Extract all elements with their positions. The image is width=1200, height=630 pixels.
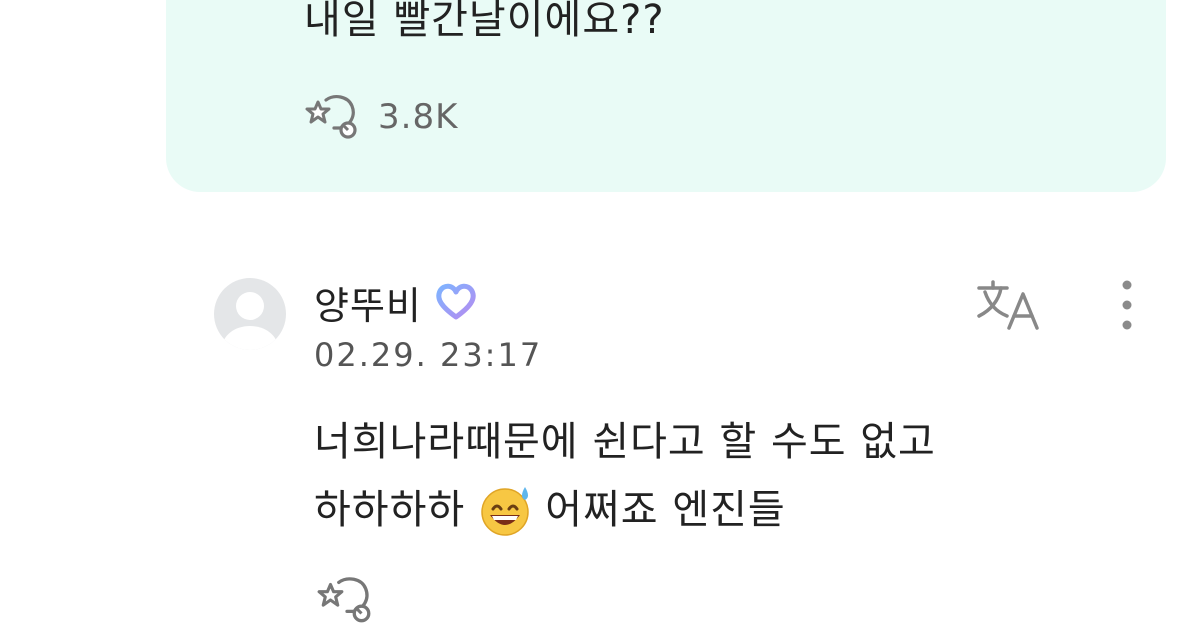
post-reaction[interactable]: 3.8K (304, 92, 458, 142)
more-options-button[interactable] (1112, 280, 1142, 336)
translate-icon (977, 280, 1039, 330)
translate-button[interactable] (975, 278, 1047, 334)
comment-author-name: 양뚜비 (314, 284, 422, 328)
comment-reaction-button[interactable] (316, 574, 376, 630)
reaction-icon[interactable] (304, 92, 362, 142)
grinning-sweat-emoji (479, 483, 533, 537)
comment-line-2-end: 어쩌죠 엔진들 (545, 487, 786, 533)
avatar[interactable] (214, 278, 286, 350)
reaction-icon (317, 577, 371, 623)
comment-line-2-start: 하하하하 (314, 487, 466, 533)
post-reaction-count: 3.8K (378, 97, 459, 137)
post-text: 내일 빨간날이에요?? (304, 0, 665, 43)
artist-heart-badge-icon (432, 281, 480, 325)
more-vertical-icon (1122, 280, 1132, 330)
comment-line-1: 너희나라때문에 쉰다고 할 수도 없고 (314, 419, 936, 465)
comment-line-2: 하하하하 어쩌죠 엔진들 (314, 476, 936, 544)
comment-author[interactable]: 양뚜비 (314, 275, 480, 330)
comment-body: 너희나라때문에 쉰다고 할 수도 없고 하하하하 어쩌죠 엔진들 (314, 408, 936, 544)
comment-timestamp: 02.29. 23:17 (314, 336, 543, 374)
comment-thread: 내일 빨간날이에요?? 3.8K 양뚜비 02.29. 23:17 너희나라때문… (0, 0, 1200, 630)
